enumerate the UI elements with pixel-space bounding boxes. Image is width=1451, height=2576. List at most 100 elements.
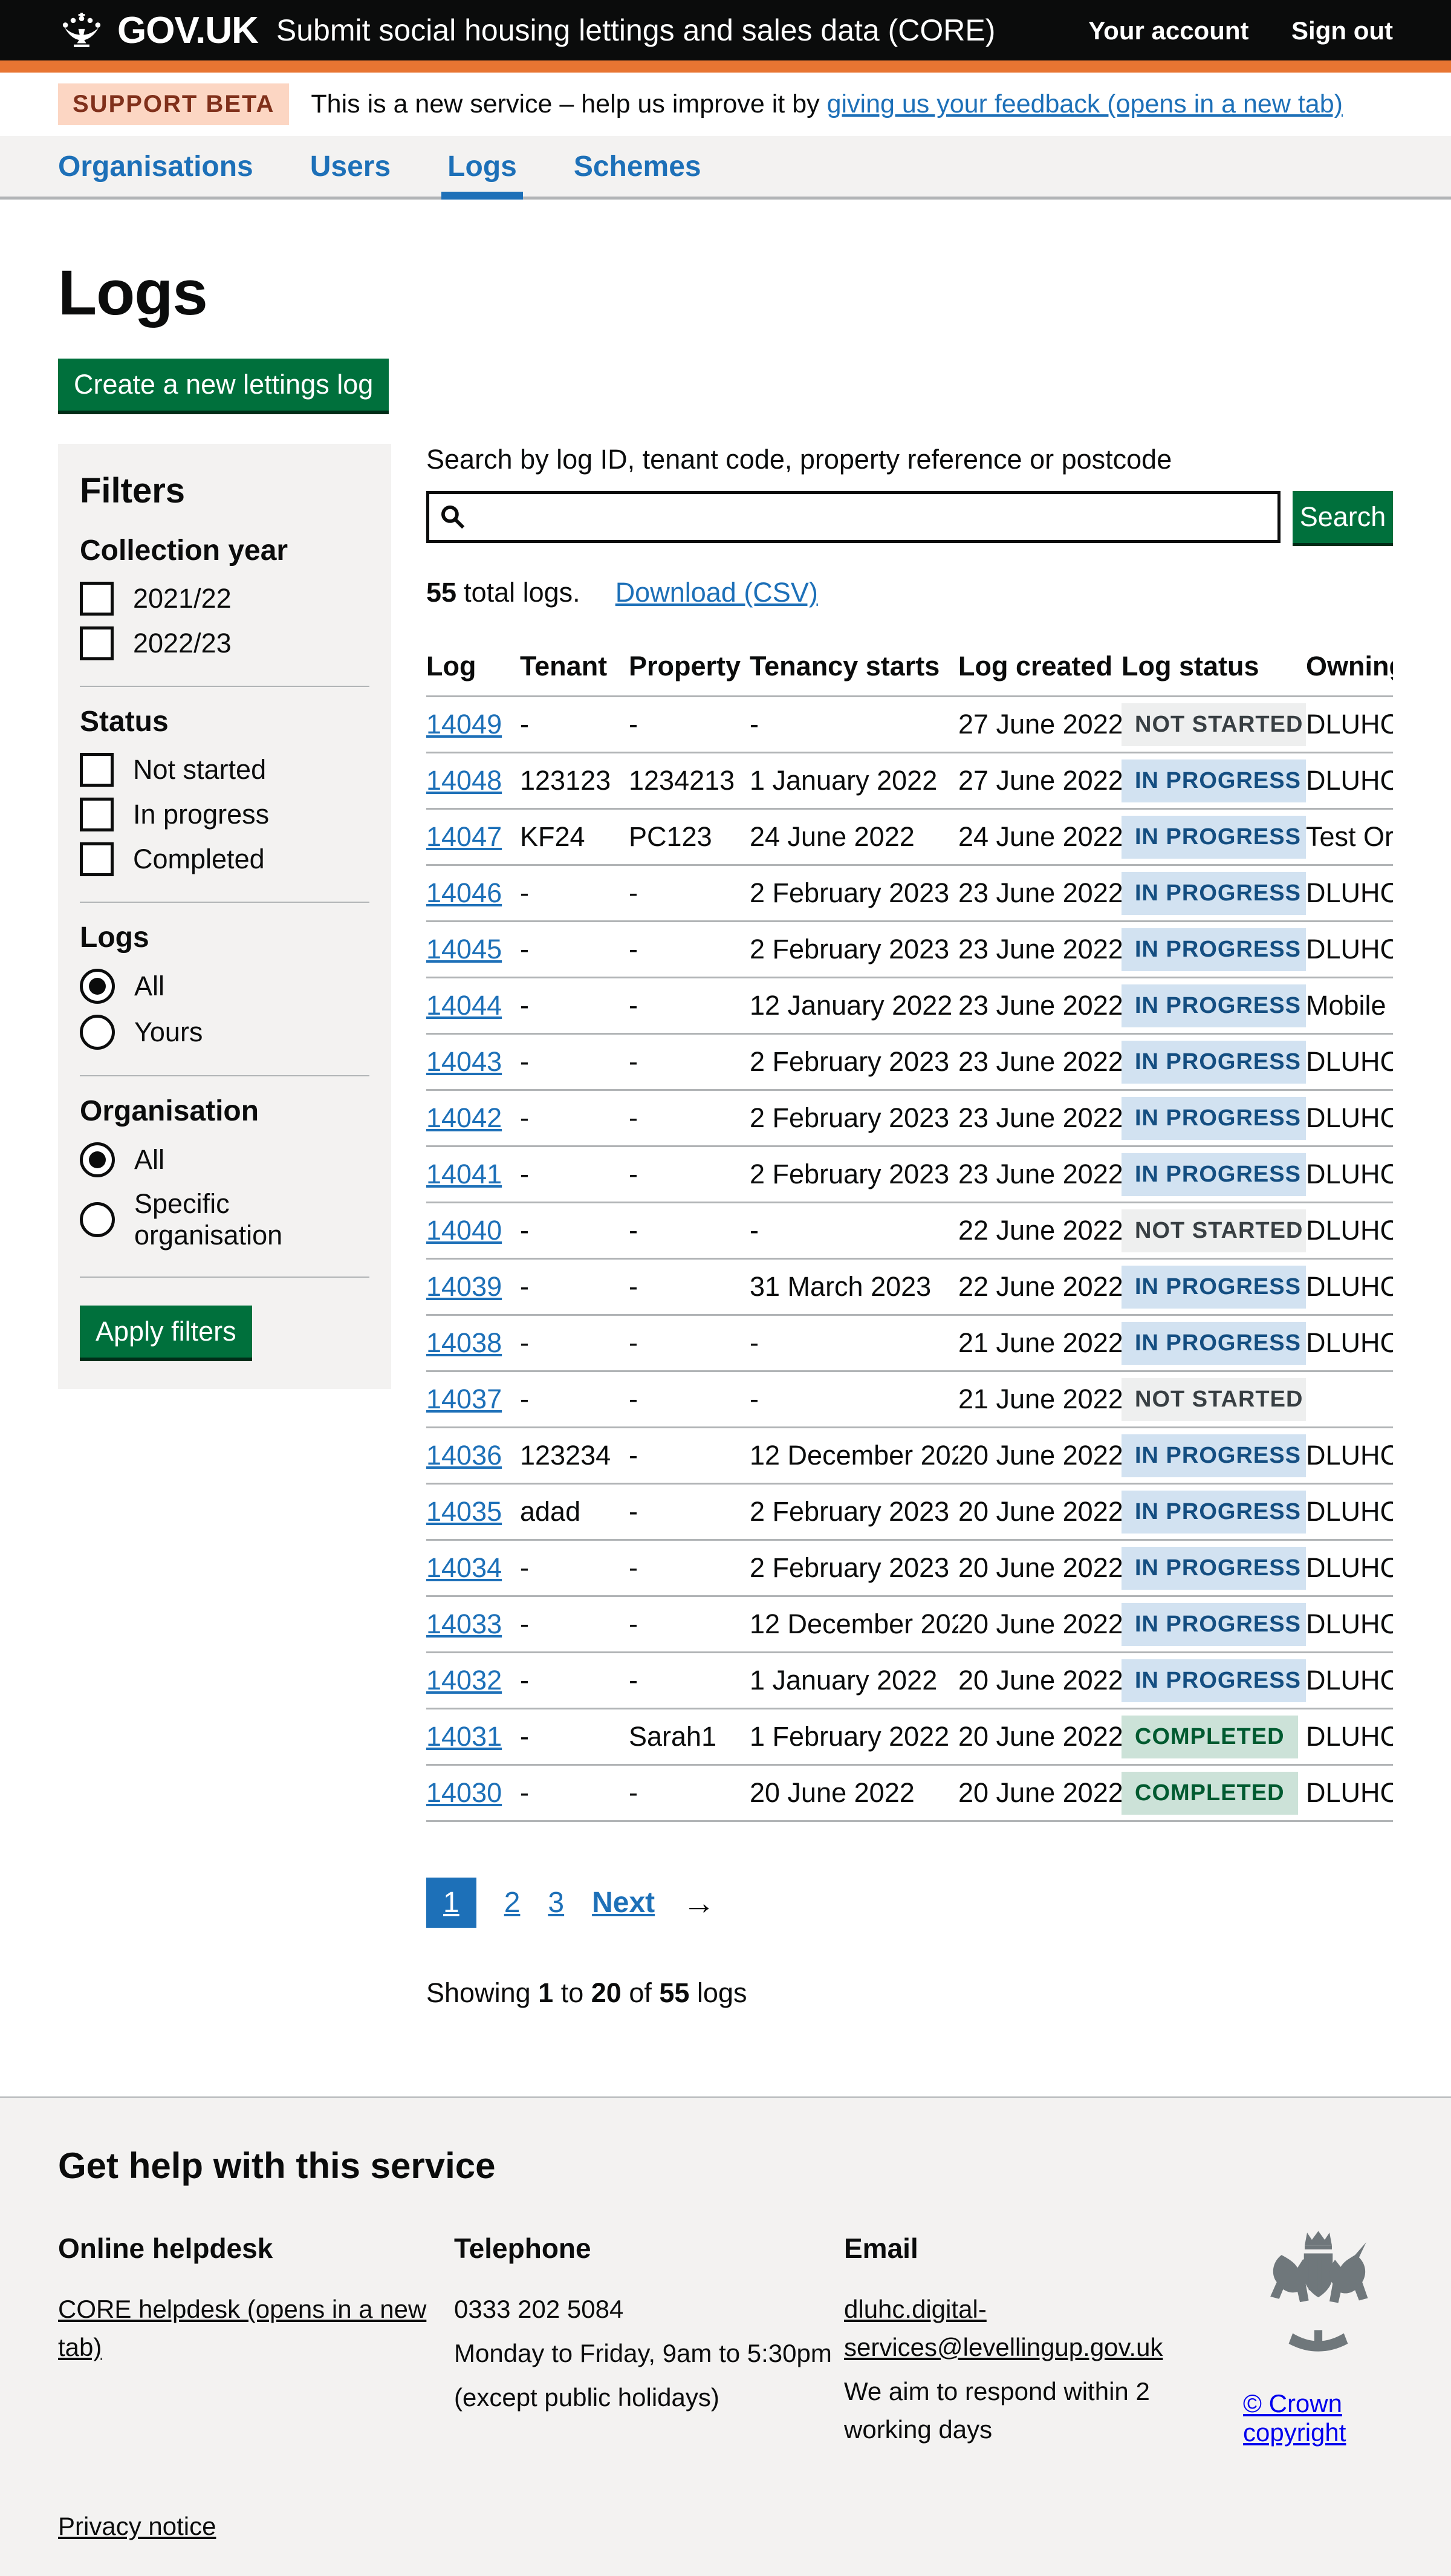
- log-id-link[interactable]: 14034: [426, 1552, 502, 1583]
- log-id-link[interactable]: 14030: [426, 1777, 502, 1808]
- filter-group-status: Status Not started In progress Completed: [80, 705, 369, 876]
- log-created-cell: 22 June 2022: [958, 1203, 1122, 1259]
- crown-icon: [58, 13, 105, 48]
- checkbox-2022-23[interactable]: [80, 626, 114, 660]
- table-row: 14040 - - - 22 June 2022 NOT STARTED DLU…: [426, 1203, 1393, 1259]
- feedback-link[interactable]: giving us your feedback (opens in a new …: [827, 89, 1343, 119]
- telephone-hours-note: (except public holidays): [454, 2378, 844, 2416]
- radio-organisation-all[interactable]: [80, 1142, 115, 1177]
- log-id-link[interactable]: 14032: [426, 1665, 502, 1696]
- your-account-link[interactable]: Your account: [1088, 16, 1248, 45]
- govuk-logo[interactable]: GOV.UK Submit social housing lettings an…: [58, 9, 995, 52]
- support-beta-tag: SUPPORT BETA: [58, 83, 289, 125]
- property-cell: -: [629, 1653, 750, 1709]
- property-cell: 1234213: [629, 753, 750, 809]
- log-id-link[interactable]: 14031: [426, 1721, 502, 1752]
- crown-copyright-link[interactable]: © Crown copyright: [1243, 2389, 1393, 2447]
- log-id-link[interactable]: 14045: [426, 934, 502, 964]
- log-id-link[interactable]: 14038: [426, 1327, 502, 1358]
- search-button[interactable]: Search: [1293, 491, 1393, 543]
- log-id-link[interactable]: 14039: [426, 1271, 502, 1302]
- log-id-link[interactable]: 14035: [426, 1496, 502, 1527]
- owning-org-cell: DLUHC Tes: [1306, 1034, 1393, 1090]
- property-cell: -: [629, 1090, 750, 1147]
- log-id-link[interactable]: 14036: [426, 1440, 502, 1471]
- footer: Get help with this service Online helpde…: [0, 2096, 1451, 2576]
- log-id-link[interactable]: 14041: [426, 1159, 502, 1189]
- radio-organisation-specific[interactable]: [80, 1202, 115, 1237]
- pagination-page-2[interactable]: 2: [504, 1886, 521, 1919]
- log-created-cell: 21 June 2022: [958, 1371, 1122, 1428]
- log-id-link[interactable]: 14037: [426, 1384, 502, 1414]
- owning-org-cell: DLUHC: [1306, 1203, 1393, 1259]
- log-id-link[interactable]: 14047: [426, 821, 502, 852]
- service-name[interactable]: Submit social housing lettings and sales…: [276, 13, 995, 48]
- property-cell: -: [629, 922, 750, 978]
- checkbox-completed[interactable]: [80, 842, 114, 876]
- status-heading: Status: [80, 705, 369, 738]
- tenant-cell: -: [520, 1653, 629, 1709]
- owning-org-cell: DLUHC: [1306, 697, 1393, 753]
- create-lettings-log-button[interactable]: Create a new lettings log: [58, 359, 389, 411]
- table-row: 14038 - - - 21 June 2022 IN PROGRESS DLU…: [426, 1315, 1393, 1371]
- govuk-logotype: GOV.UK: [117, 9, 258, 52]
- log-id-link[interactable]: 14048: [426, 765, 502, 796]
- owning-org-cell: DLUHC Tes: [1306, 1709, 1393, 1765]
- log-id-link[interactable]: 14046: [426, 877, 502, 908]
- status-badge: IN PROGRESS: [1122, 1153, 1306, 1196]
- radio-logs-yours[interactable]: [80, 1015, 115, 1050]
- tenant-cell: -: [520, 1540, 629, 1596]
- log-id-link[interactable]: 14040: [426, 1215, 502, 1246]
- search-input[interactable]: [467, 494, 1277, 540]
- checkbox-in-progress[interactable]: [80, 798, 114, 831]
- showing-summary: Showing 1 to 20 of 55 logs: [426, 1977, 1393, 2009]
- nav-item-users[interactable]: Users: [310, 136, 391, 197]
- log-id-link[interactable]: 14033: [426, 1608, 502, 1639]
- nav-item-schemes[interactable]: Schemes: [574, 136, 701, 197]
- tenancy-starts-cell: 2 February 2023: [750, 922, 958, 978]
- download-csv-link[interactable]: Download (CSV): [615, 577, 818, 608]
- checkbox-not-started[interactable]: [80, 753, 114, 787]
- pagination-next-link[interactable]: Next: [592, 1886, 655, 1919]
- log-id-link[interactable]: 14042: [426, 1102, 502, 1133]
- beta-banner-text: This is a new service – help us improve …: [311, 89, 1343, 119]
- nav-item-organisations[interactable]: Organisations: [58, 136, 253, 197]
- status-badge: IN PROGRESS: [1122, 1266, 1306, 1309]
- nav-item-logs[interactable]: Logs: [447, 136, 517, 197]
- telephone-heading: Telephone: [454, 2228, 844, 2269]
- log-created-cell: 23 June 2022: [958, 1034, 1122, 1090]
- table-row: 14047 KF24 PC123 24 June 2022 24 June 20…: [426, 809, 1393, 865]
- privacy-notice-link[interactable]: Privacy notice: [58, 2512, 216, 2541]
- radio-logs-all[interactable]: [80, 969, 115, 1004]
- owning-org-cell: DLUHC Tes: [1306, 922, 1393, 978]
- pagination-page-3[interactable]: 3: [548, 1886, 564, 1919]
- log-created-cell: 20 June 2022: [958, 1596, 1122, 1653]
- col-header-log: Log: [426, 643, 520, 697]
- log-id-link[interactable]: 14049: [426, 709, 502, 740]
- sign-out-link[interactable]: Sign out: [1291, 16, 1393, 45]
- footer-email: Email dluhc.digital-services@levellingup…: [844, 2228, 1243, 2454]
- filters-title: Filters: [80, 470, 369, 511]
- core-helpdesk-link[interactable]: CORE helpdesk (opens in a new tab): [58, 2295, 426, 2361]
- footer-crest: © Crown copyright: [1243, 2228, 1393, 2447]
- table-row: 14045 - - 2 February 2023 23 June 2022 I…: [426, 922, 1393, 978]
- email-link[interactable]: dluhc.digital-services@levellingup.gov.u…: [844, 2295, 1163, 2361]
- filter-group-logs: Logs All Yours: [80, 921, 369, 1050]
- total-logs-count: 55: [426, 577, 456, 608]
- table-header-row: Log Tenant Property Tenancy starts Log c…: [426, 643, 1393, 697]
- log-created-cell: 23 June 2022: [958, 978, 1122, 1034]
- showing-of-word: of: [629, 1977, 652, 2008]
- status-badge: NOT STARTED: [1122, 703, 1306, 746]
- status-badge: IN PROGRESS: [1122, 1322, 1306, 1365]
- tenant-cell: -: [520, 1203, 629, 1259]
- property-cell: -: [629, 1315, 750, 1371]
- filters-divider: [80, 902, 369, 903]
- log-id-link[interactable]: 14044: [426, 990, 502, 1021]
- log-created-cell: 24 June 2022: [958, 809, 1122, 865]
- filter-group-collection-year: Collection year 2021/22 2022/23: [80, 534, 369, 660]
- property-cell: PC123: [629, 809, 750, 865]
- apply-filters-button[interactable]: Apply filters: [80, 1306, 252, 1358]
- logs-table-body: 14049 - - - 27 June 2022 NOT STARTED DLU…: [426, 697, 1393, 1821]
- log-id-link[interactable]: 14043: [426, 1046, 502, 1077]
- checkbox-2021-22[interactable]: [80, 582, 114, 616]
